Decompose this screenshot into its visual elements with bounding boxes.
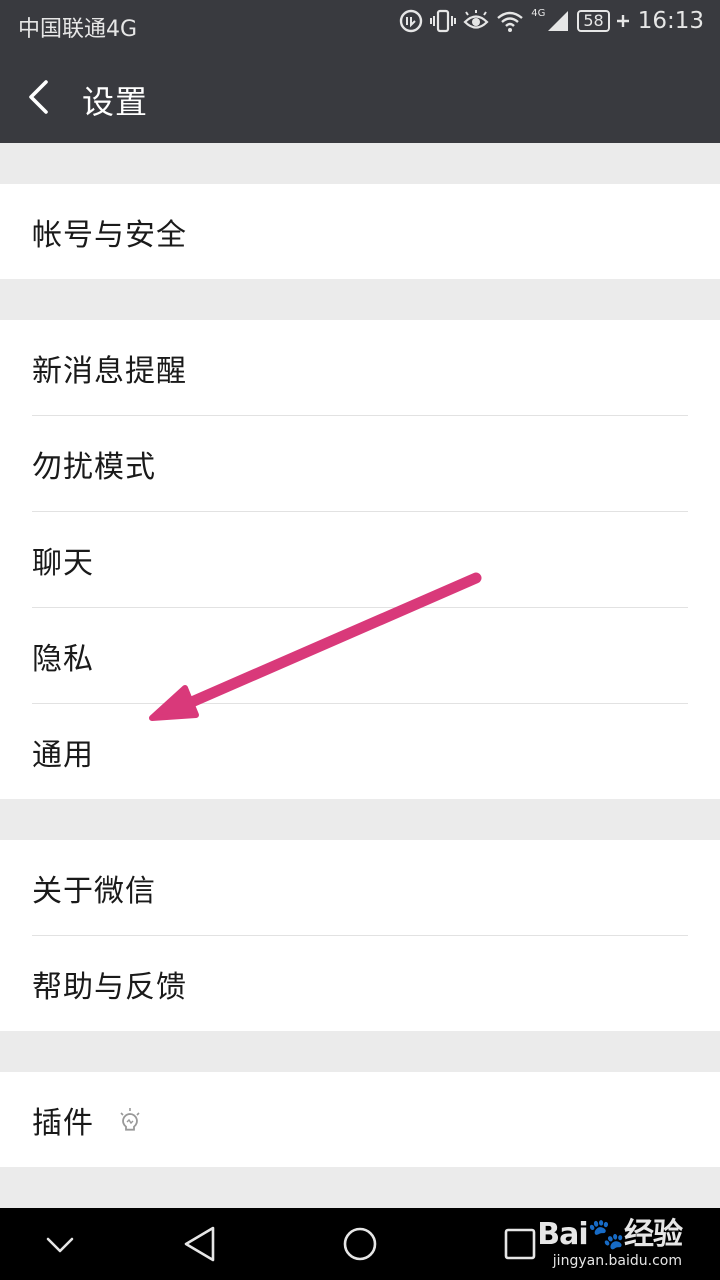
hide-nav-chevron-icon[interactable] xyxy=(36,1222,84,1266)
settings-item-about-wechat[interactable]: 关于微信 xyxy=(0,840,720,935)
baidu-jingyan-watermark: Bai🐾经验 jingyan.baidu.com xyxy=(537,1208,683,1280)
settings-item-label: 通用 xyxy=(32,737,94,773)
nav-back-icon[interactable] xyxy=(176,1222,224,1266)
settings-item-plugins-row: 插件 xyxy=(32,1098,141,1142)
watermark-brand-suffix: 经验 xyxy=(624,1217,683,1252)
settings-item-label: 关于微信 xyxy=(32,873,156,909)
settings-item-label: 勿扰模式 xyxy=(32,449,156,485)
paw-icon: 🐾 xyxy=(587,1217,625,1252)
status-bar: 中国联通4G 4G 58 16:13 xyxy=(0,0,720,50)
settings-item-label: 新消息提醒 xyxy=(32,353,187,389)
signal-icon xyxy=(548,11,569,31)
settings-group-account: 帐号与安全 xyxy=(0,184,720,279)
settings-item-privacy[interactable]: 隐私 xyxy=(32,607,688,703)
watermark-url: jingyan.baidu.com xyxy=(552,1253,682,1269)
settings-group-about: 关于微信 帮助与反馈 xyxy=(0,840,720,1031)
charging-plus-icon xyxy=(616,15,629,27)
settings-group-general: 新消息提醒 勿扰模式 聊天 隐私 通用 xyxy=(0,320,720,799)
eye-comfort-icon xyxy=(463,10,489,29)
page-title: 设置 xyxy=(82,83,149,121)
settings-item-do-not-disturb[interactable]: 勿扰模式 xyxy=(32,415,688,511)
lightbulb-icon xyxy=(119,1108,140,1131)
settings-item-label: 插件 xyxy=(32,1105,94,1141)
nav-home-icon[interactable] xyxy=(336,1222,384,1266)
settings-item-chat[interactable]: 聊天 xyxy=(32,511,688,607)
settings-group-plugins: 插件 xyxy=(0,1072,720,1167)
settings-item-label: 隐私 xyxy=(32,641,94,677)
battery-indicator: 58 xyxy=(577,10,610,32)
status-icons: 4G 58 16:13 xyxy=(399,8,704,34)
wifi-icon xyxy=(497,11,523,32)
back-arrow-icon[interactable] xyxy=(26,80,52,114)
settings-item-label: 聊天 xyxy=(32,545,94,581)
network-badge: 4G xyxy=(531,8,546,19)
settings-item-help-feedback[interactable]: 帮助与反馈 xyxy=(32,935,688,1031)
settings-item-general[interactable]: 通用 xyxy=(32,703,688,799)
settings-item-label: 帮助与反馈 xyxy=(32,969,187,1005)
clock: 16:13 xyxy=(637,8,704,34)
settings-item-label: 帐号与安全 xyxy=(32,217,187,253)
title-bar: 设置 xyxy=(0,50,720,143)
carrier-name: 中国联通4G xyxy=(18,17,138,42)
data-saver-icon xyxy=(400,9,423,33)
vibrate-icon xyxy=(430,9,457,33)
watermark-logo: Bai🐾经验 xyxy=(537,1217,683,1252)
watermark-brand: Bai xyxy=(537,1217,588,1252)
settings-item-notifications[interactable]: 新消息提醒 xyxy=(0,320,720,415)
settings-item-plugins[interactable]: 插件 xyxy=(0,1072,720,1167)
settings-item-account-security[interactable]: 帐号与安全 xyxy=(0,184,720,279)
